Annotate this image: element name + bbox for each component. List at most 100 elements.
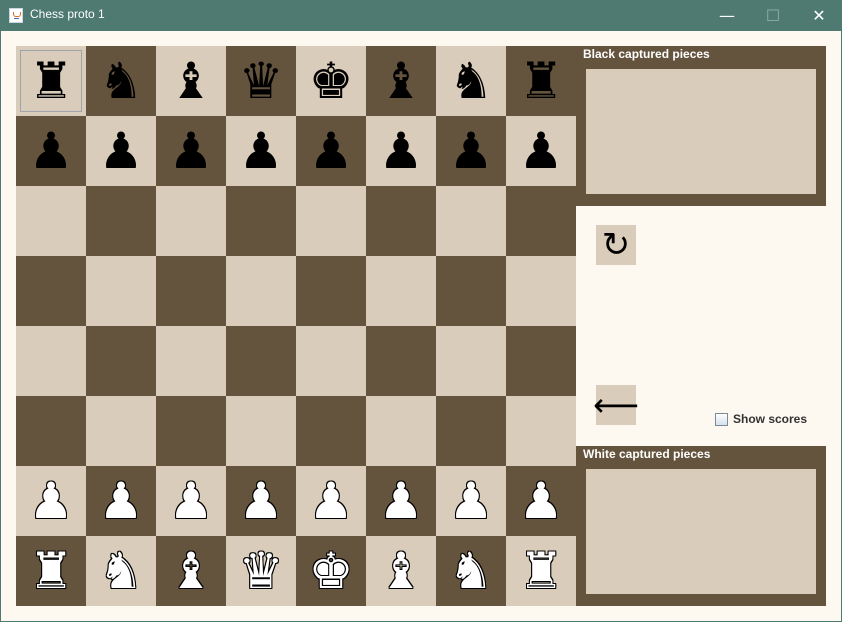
square-a2[interactable]: ♟ — [16, 466, 86, 536]
white-rook-icon: ♜ — [28, 542, 74, 600]
square-c1[interactable]: ♝ — [156, 536, 226, 606]
black-pawn-icon: ♟ — [308, 122, 354, 180]
square-f1[interactable]: ♝ — [366, 536, 436, 606]
black-knight-icon: ♞ — [98, 52, 144, 110]
white-pawn-icon: ♟ — [518, 472, 564, 530]
square-h8[interactable]: ♜ — [506, 46, 576, 116]
white-pawn-icon: ♟ — [168, 472, 214, 530]
square-h4[interactable] — [506, 326, 576, 396]
square-d8[interactable]: ♛ — [226, 46, 296, 116]
square-h1[interactable]: ♜ — [506, 536, 576, 606]
square-c7[interactable]: ♟ — [156, 116, 226, 186]
square-b4[interactable] — [86, 326, 156, 396]
square-d3[interactable] — [226, 396, 296, 466]
square-e2[interactable]: ♟ — [296, 466, 366, 536]
black-pawn-icon: ♟ — [378, 122, 424, 180]
square-h7[interactable]: ♟ — [506, 116, 576, 186]
white-bishop-icon: ♝ — [378, 542, 424, 600]
chess-board: ♜ ♞ ♝ ♛ ♚ ♝ ♞ ♜ ♟ ♟ ♟ ♟ ♟ ♟ ♟ ♟ ♟ ♟ ♟ ♟ ♟ ♟ ♟ ♟ ♜ ♞ ♝ ♛ ♚ ♝ ♞ ♜ — [16, 46, 576, 606]
square-e3[interactable] — [296, 396, 366, 466]
square-h3[interactable] — [506, 396, 576, 466]
square-h5[interactable] — [506, 256, 576, 326]
square-h6[interactable] — [506, 186, 576, 256]
square-a6[interactable] — [16, 186, 86, 256]
square-c6[interactable] — [156, 186, 226, 256]
white-rook-icon: ♜ — [518, 542, 564, 600]
square-b1[interactable]: ♞ — [86, 536, 156, 606]
white-pawn-icon: ♟ — [308, 472, 354, 530]
square-e7[interactable]: ♟ — [296, 116, 366, 186]
square-e8[interactable]: ♚ — [296, 46, 366, 116]
square-e6[interactable] — [296, 186, 366, 256]
square-d2[interactable]: ♟ — [226, 466, 296, 536]
black-pawn-icon: ♟ — [238, 122, 284, 180]
square-b3[interactable] — [86, 396, 156, 466]
black-pawn-icon: ♟ — [98, 122, 144, 180]
white-knight-icon: ♞ — [448, 542, 494, 600]
square-e4[interactable] — [296, 326, 366, 396]
square-b6[interactable] — [86, 186, 156, 256]
square-f7[interactable]: ♟ — [366, 116, 436, 186]
square-g7[interactable]: ♟ — [436, 116, 506, 186]
window-content: ♜ ♞ ♝ ♛ ♚ ♝ ♞ ♜ ♟ ♟ ♟ ♟ ♟ ♟ ♟ ♟ ♟ ♟ ♟ ♟ ♟ ♟ ♟ ♟ ♜ ♞ ♝ ♛ ♚ ♝ ♞ ♜ Black c… — [1, 31, 841, 621]
square-g8[interactable]: ♞ — [436, 46, 506, 116]
white-king-icon: ♚ — [308, 542, 354, 600]
black-bishop-icon: ♝ — [168, 52, 214, 110]
square-g2[interactable]: ♟ — [436, 466, 506, 536]
square-d7[interactable]: ♟ — [226, 116, 296, 186]
square-c2[interactable]: ♟ — [156, 466, 226, 536]
square-e1[interactable]: ♚ — [296, 536, 366, 606]
black-pawn-icon: ♟ — [28, 122, 74, 180]
back-button[interactable]: ⟵ — [593, 385, 639, 425]
square-g5[interactable] — [436, 256, 506, 326]
white-pawn-icon: ♟ — [238, 472, 284, 530]
black-rook-icon: ♜ — [28, 52, 74, 110]
black-captured-title: Black captured pieces — [583, 47, 710, 61]
java-app-icon — [9, 8, 23, 23]
undo-button[interactable]: ↻ — [596, 225, 636, 265]
square-f4[interactable] — [366, 326, 436, 396]
square-a4[interactable] — [16, 326, 86, 396]
square-f6[interactable] — [366, 186, 436, 256]
square-a7[interactable]: ♟ — [16, 116, 86, 186]
square-g1[interactable]: ♞ — [436, 536, 506, 606]
show-scores-checkbox[interactable] — [715, 412, 728, 426]
white-captured-panel: White captured pieces — [576, 446, 826, 606]
square-c5[interactable] — [156, 256, 226, 326]
square-f2[interactable]: ♟ — [366, 466, 436, 536]
square-b8[interactable]: ♞ — [86, 46, 156, 116]
square-a3[interactable] — [16, 396, 86, 466]
square-a1[interactable]: ♜ — [16, 536, 86, 606]
white-pawn-icon: ♟ — [448, 472, 494, 530]
black-pawn-icon: ♟ — [168, 122, 214, 180]
black-rook-icon: ♜ — [518, 52, 564, 110]
square-a8[interactable]: ♜ — [16, 46, 86, 116]
black-captured-panel: Black captured pieces — [576, 46, 826, 206]
square-b7[interactable]: ♟ — [86, 116, 156, 186]
square-b2[interactable]: ♟ — [86, 466, 156, 536]
square-c4[interactable] — [156, 326, 226, 396]
square-d1[interactable]: ♛ — [226, 536, 296, 606]
square-e5[interactable] — [296, 256, 366, 326]
square-d5[interactable] — [226, 256, 296, 326]
square-b5[interactable] — [86, 256, 156, 326]
square-g3[interactable] — [436, 396, 506, 466]
square-g6[interactable] — [436, 186, 506, 256]
square-g4[interactable] — [436, 326, 506, 396]
square-f8[interactable]: ♝ — [366, 46, 436, 116]
square-c3[interactable] — [156, 396, 226, 466]
square-f5[interactable] — [366, 256, 436, 326]
maximize-button[interactable]: ☐ — [750, 0, 796, 31]
square-f3[interactable] — [366, 396, 436, 466]
close-button[interactable]: ✕ — [796, 0, 842, 31]
minimize-button[interactable]: — — [704, 0, 750, 31]
show-scores-option[interactable]: Show scores — [715, 412, 807, 426]
black-pawn-icon: ♟ — [448, 122, 494, 180]
square-c8[interactable]: ♝ — [156, 46, 226, 116]
square-h2[interactable]: ♟ — [506, 466, 576, 536]
show-scores-label: Show scores — [733, 412, 808, 426]
square-a5[interactable] — [16, 256, 86, 326]
black-captured-area — [586, 69, 816, 194]
square-d4[interactable] — [226, 326, 296, 396]
square-d6[interactable] — [226, 186, 296, 256]
